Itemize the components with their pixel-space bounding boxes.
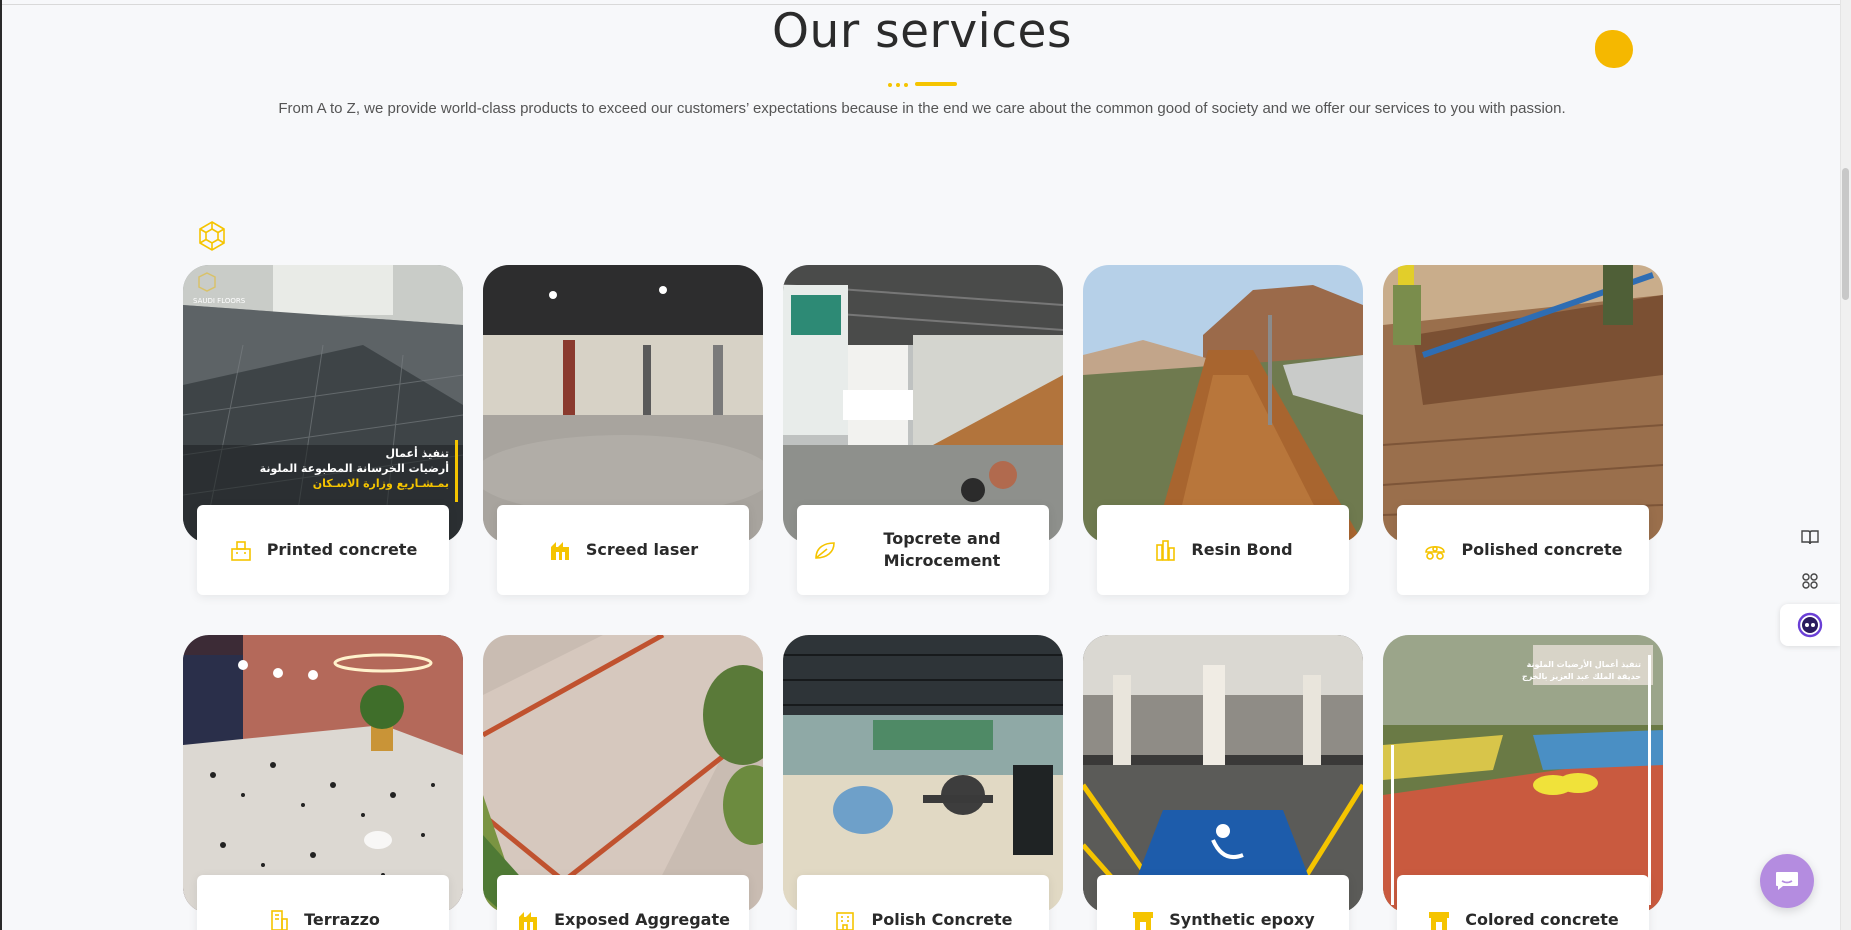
service-name: Terrazzo (304, 909, 380, 929)
service-name: Synthetic epoxy (1169, 909, 1315, 929)
city-icon (1156, 540, 1176, 561)
office-icon (836, 912, 855, 930)
photo-overlay-line: بمـشـاريع وزارة الاسـكان (313, 477, 449, 490)
service-name: Resin Bond (1191, 539, 1293, 559)
service-label[interactable]: Colored concrete (1397, 875, 1649, 930)
side-tool-book[interactable] (1780, 516, 1840, 558)
service-photo (783, 265, 1063, 543)
service-photo (1083, 635, 1363, 913)
assistant-icon (1797, 612, 1823, 638)
rover-icon (1425, 545, 1446, 560)
photo-overlay-line: أرضيات الخرسانة المطبوعة الملونة (260, 461, 449, 475)
service-name: Polish Concrete (871, 909, 1013, 929)
photo-overlay-line: تنفيذ أعمال الأرضيات الملونة (1527, 659, 1641, 669)
service-name: Screed laser (585, 539, 699, 559)
service-label[interactable]: Topcrete and Microcement (797, 505, 1049, 595)
service-label[interactable]: Screed laser (497, 505, 749, 595)
service-photo (1383, 265, 1663, 543)
service-photo (483, 635, 763, 913)
service-photo: تنفيذ أعمال أرضيات الخرسانة المطبوعة الم… (183, 265, 463, 543)
shop-icon (1133, 912, 1154, 930)
chat-icon (1776, 872, 1798, 890)
service-photo (183, 635, 463, 913)
section-subtitle: From A to Z, we provide world-class prod… (278, 100, 1566, 117)
tower-icon (271, 910, 288, 930)
service-photo (1083, 265, 1363, 543)
scrollbar-thumb[interactable] (1842, 168, 1849, 300)
service-name: Polished concrete (1461, 539, 1623, 559)
hexagon-pattern-icon (199, 221, 225, 251)
page-scrollbar[interactable] (1840, 0, 1851, 930)
service-label[interactable]: Resin Bond (1097, 505, 1349, 595)
chat-button[interactable] (1760, 854, 1814, 908)
photo-overlay-line: حديقة الملك عبد العزيز بالخرج (1522, 672, 1641, 681)
service-label[interactable]: Exposed Aggregate (497, 875, 749, 930)
service-photo (483, 265, 763, 543)
service-name: Topcrete and Microcement (883, 528, 1001, 570)
service-label[interactable]: Polished concrete (1397, 505, 1649, 595)
apps-icon (1802, 573, 1818, 589)
factory-icon (550, 542, 569, 560)
service-label[interactable]: Terrazzo (197, 875, 449, 930)
service-label[interactable]: Printed concrete (197, 505, 449, 595)
decorative-blob (1595, 30, 1633, 68)
book-icon (1801, 530, 1819, 545)
side-tool-apps[interactable] (1780, 560, 1840, 602)
service-photo: تنفيذ أعمال الأرضيات الملونة حديقة الملك… (1383, 635, 1663, 913)
title-divider (888, 82, 958, 87)
service-name: Colored concrete (1465, 909, 1619, 929)
service-name: Printed concrete (266, 539, 418, 559)
service-label[interactable]: Polish Concrete (797, 875, 1049, 930)
section-title: Our services (772, 4, 1072, 59)
service-label[interactable]: Synthetic epoxy (1097, 875, 1349, 930)
side-tool-assistant[interactable] (1780, 604, 1840, 646)
left-border (0, 0, 2, 930)
brand-text: SAUDI FLOORS (193, 297, 246, 305)
factory-icon (519, 912, 538, 930)
building-icon (230, 541, 251, 561)
leaf-icon (815, 542, 835, 559)
service-name: Exposed Aggregate (554, 909, 730, 929)
service-photo (783, 635, 1063, 913)
shop-icon (1429, 912, 1450, 930)
photo-overlay-line: تنفيذ أعمال (385, 446, 449, 460)
